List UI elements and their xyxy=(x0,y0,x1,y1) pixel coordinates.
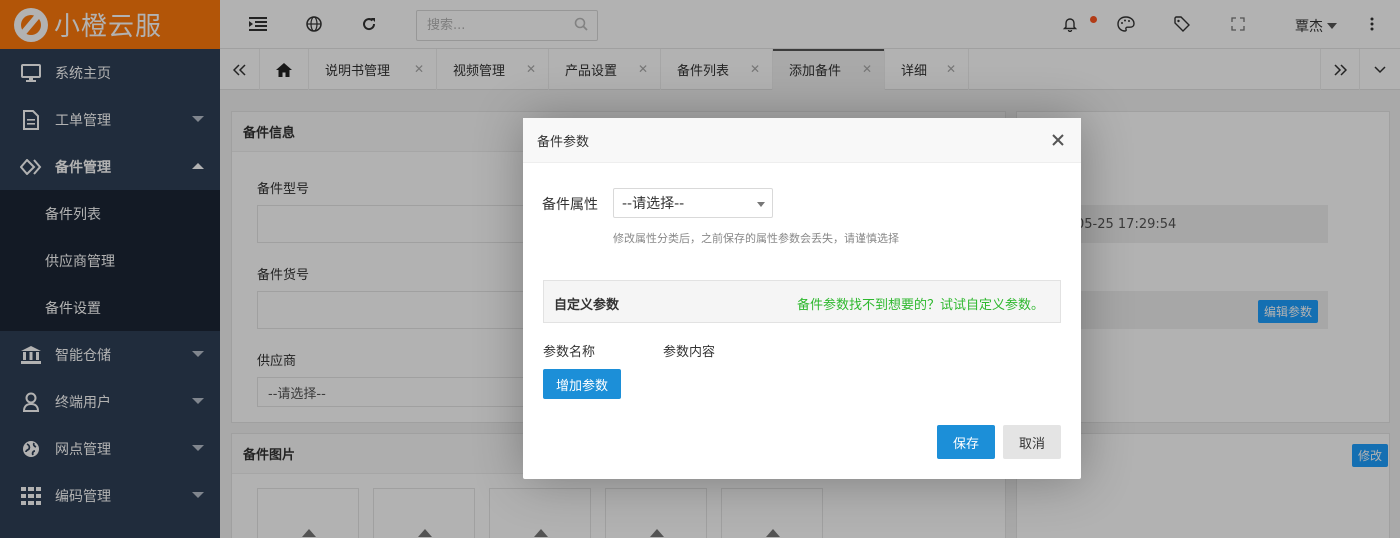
custom-params-title: 自定义参数 xyxy=(554,298,620,313)
cancel-button[interactable]: 取消 xyxy=(1003,425,1061,459)
part-params-dialog: 备件参数 备件属性 --请选择-- 修改属性分类后，之前保存的属性参数会丢失，请… xyxy=(523,118,1081,479)
param-name-header: 参数名称 xyxy=(543,345,596,360)
attr-warning-hint: 修改属性分类后，之前保存的属性参数会丢失，请谨慎选择 xyxy=(613,232,899,245)
custom-params-link[interactable]: 备件参数找不到想要的？试试自定义参数。 xyxy=(797,294,1044,313)
attr-select[interactable]: --请选择-- xyxy=(613,188,773,218)
dialog-title: 备件参数 xyxy=(523,118,1081,163)
add-param-button[interactable]: 增加参数 xyxy=(543,369,621,399)
param-content-header: 参数内容 xyxy=(663,345,716,360)
close-icon[interactable] xyxy=(1051,133,1065,147)
chevron-down-icon xyxy=(757,202,765,207)
attr-label: 备件属性 xyxy=(542,197,598,213)
custom-params-section: 自定义参数 备件参数找不到想要的？试试自定义参数。 xyxy=(543,280,1061,323)
save-button[interactable]: 保存 xyxy=(937,425,995,459)
attr-select-value: --请选择-- xyxy=(622,196,685,212)
